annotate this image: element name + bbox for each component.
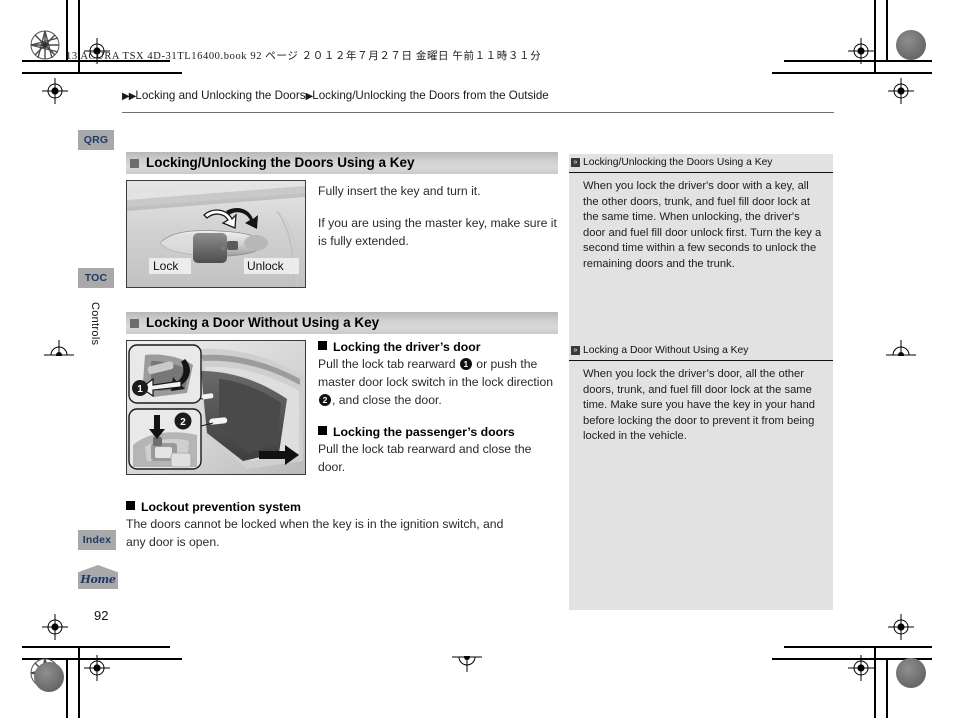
- starburst-mark: [30, 658, 60, 688]
- subsection-heading-passengers-doors-label: Locking the passenger’s doors: [333, 425, 515, 439]
- breadcrumb-item-current[interactable]: Locking/Unlocking the Doors from the Out…: [312, 89, 549, 102]
- book-meta-line: 13 ACURA TSX 4D-31TL16400.book 92 ページ ２０…: [66, 51, 542, 62]
- sidebar-item-home[interactable]: Home: [78, 565, 118, 589]
- note-2-body: When you lock the driver’s door, all the…: [583, 368, 815, 442]
- density-dot-mark: [34, 662, 64, 692]
- note-2-title: Locking a Door Without Using a Key: [583, 345, 749, 356]
- subsection-heading-lockout-prevention: Lockout prevention system: [126, 500, 558, 514]
- registration-target: [848, 655, 874, 681]
- text-after-callout-2: , and close the door.: [332, 393, 442, 407]
- figure-label-lock: Lock: [153, 259, 179, 273]
- bullet-square-icon: [318, 341, 327, 350]
- subsection-heading-drivers-door: Locking the driver’s door: [318, 340, 558, 354]
- breadcrumb-divider: [122, 112, 834, 113]
- page-number: 92: [94, 608, 109, 623]
- breadcrumb: ▶▶Locking and Unlocking the Doors▶Lockin…: [122, 89, 834, 102]
- starburst-mark: [30, 30, 60, 60]
- sidebar-item-toc[interactable]: TOC: [78, 268, 114, 288]
- note-2-header: » Locking a Door Without Using a Key: [569, 342, 833, 360]
- bullet-square-icon: [130, 158, 139, 168]
- breadcrumb-item-parent[interactable]: Locking and Unlocking the Doors: [135, 89, 305, 102]
- subsection-body-lockout-prevention: The doors cannot be locked when the key …: [126, 517, 504, 549]
- main-content: Locking/Unlocking the Doors Using a Key: [126, 152, 558, 551]
- edge-registration-tick: [886, 340, 916, 361]
- section-1-paragraph-2: If you are using the master key, make su…: [318, 216, 557, 248]
- double-chevron-icon: »: [571, 158, 580, 167]
- density-dot-mark: [896, 658, 926, 688]
- section-1-paragraph-1: Fully insert the key and turn it.: [318, 184, 481, 198]
- edge-registration-tick: [44, 340, 74, 361]
- section-heading-1-label: Locking/Unlocking the Doors Using a Key: [146, 155, 415, 170]
- subsection-heading-passengers-doors: Locking the passenger’s doors: [318, 425, 558, 439]
- registration-target: [42, 614, 68, 640]
- bullet-square-icon: [126, 501, 135, 510]
- subsection-body-drivers-door: Pull the lock tab rearward 1 or push the…: [318, 355, 558, 409]
- breadcrumb-arrow-icon: ▶▶: [122, 91, 136, 102]
- callout-1-number: 1: [137, 384, 143, 395]
- figure-label-unlock: Unlock: [247, 259, 285, 273]
- inline-callout-1: 1: [459, 358, 472, 370]
- sidebar-item-index[interactable]: Index: [78, 530, 116, 550]
- callout-2-number: 2: [180, 417, 186, 428]
- sidebar-item-qrg[interactable]: QRG: [78, 130, 114, 150]
- section-heading-2-label: Locking a Door Without Using a Key: [146, 315, 380, 330]
- registration-target: [848, 38, 874, 64]
- registration-target: [84, 655, 110, 681]
- registration-target: [888, 614, 914, 640]
- bullet-square-icon: [130, 318, 139, 328]
- double-chevron-icon: »: [571, 346, 580, 355]
- section-heading-2: Locking a Door Without Using a Key: [126, 312, 558, 334]
- subsection-heading-drivers-door-label: Locking the driver’s door: [333, 340, 481, 354]
- text-before-callout-1: Pull the lock tab rearward: [318, 357, 459, 371]
- note-1-header: » Locking/Unlocking the Doors Using a Key: [569, 154, 833, 172]
- section-heading-1: Locking/Unlocking the Doors Using a Key: [126, 152, 558, 174]
- home-label: Home: [80, 573, 116, 586]
- bullet-square-icon: [318, 426, 327, 435]
- registration-target: [888, 78, 914, 104]
- door-lock-tab-illustration: 1 2: [126, 340, 306, 475]
- section-side-label: Controls: [89, 302, 101, 346]
- registration-target: [42, 78, 68, 104]
- inline-callout-2: 2: [319, 394, 331, 406]
- note-1-title: Locking/Unlocking the Doors Using a Key: [583, 157, 773, 168]
- subsection-body-passengers-doors: Pull the lock tab rearward and close the…: [318, 442, 532, 474]
- edge-registration-tick: [452, 654, 482, 677]
- notes-panel: » Locking/Unlocking the Doors Using a Key…: [569, 154, 833, 610]
- subsection-heading-lockout-prevention-label: Lockout prevention system: [141, 500, 301, 514]
- density-dot-mark: [896, 30, 926, 60]
- note-1-body: When you lock the driver's door with a k…: [583, 180, 822, 270]
- door-handle-key-illustration: Lock Unlock: [126, 180, 306, 288]
